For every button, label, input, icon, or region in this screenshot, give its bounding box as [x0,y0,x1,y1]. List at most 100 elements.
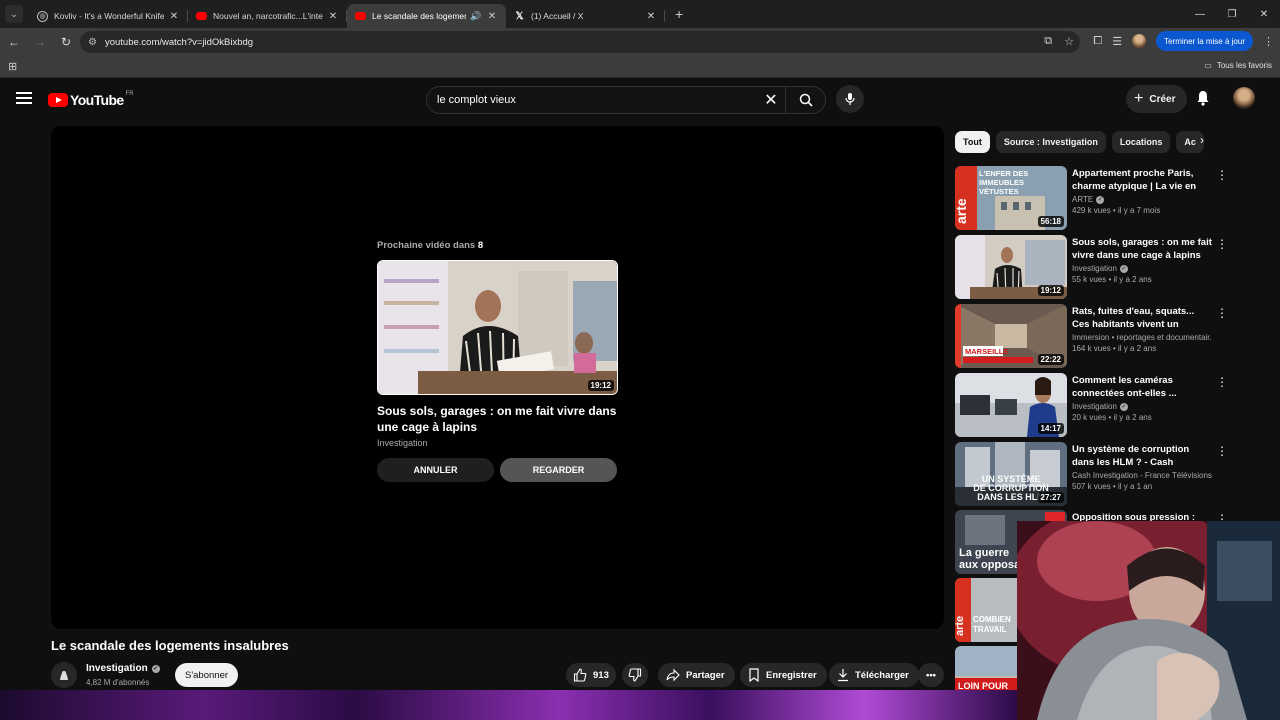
youtube-logo[interactable]: YouTube FR [48,91,134,108]
kebab-menu-icon[interactable]: ⋮ [1216,444,1228,458]
like-button[interactable]: 913 [566,663,616,687]
tab-4[interactable]: 𝕏 (1) Accueil / X ✕ [506,4,665,28]
reload-icon[interactable]: ↻ [54,35,78,49]
duration-badge: 27:27 [1037,492,1064,503]
extensions-icon[interactable]: ⧠ [1093,35,1102,48]
microphone-icon [845,93,855,105]
forward-icon[interactable]: → [28,35,52,49]
folder-icon: ▭ [1204,61,1212,70]
minimize-icon[interactable]: — [1184,9,1216,20]
kebab-menu-icon[interactable]: ⋮ [1216,306,1228,320]
download-label: Télécharger [855,669,909,681]
view-count: 164 k vues [1072,344,1111,353]
video-title[interactable]: Un système de corruption dans les HLM ? … [1072,443,1212,469]
tab-search-button[interactable]: ⌄ [5,5,23,23]
close-icon[interactable]: ✕ [327,11,339,22]
speaker-icon[interactable]: 🔊 [470,11,482,22]
reading-list-icon[interactable]: ☰ [1112,35,1122,48]
region-code: FR [125,91,134,97]
thumbnail-image: arte COMBIEN TRAVAIL [955,578,1017,642]
create-button[interactable]: + Créer [1126,85,1188,113]
dislike-button[interactable] [622,663,648,687]
svg-text:La guerre: La guerre [959,547,1009,559]
cancel-autoplay-button[interactable]: ANNULER [377,458,494,482]
tab-3[interactable]: Le scandale des logements 🔊 ✕ [347,4,506,28]
apps-grid-icon[interactable]: ⊞ [8,60,17,73]
close-icon[interactable]: ✕ [168,11,180,22]
back-icon[interactable]: ← [2,35,26,49]
channel-name: Immersion • reportages et documentair... [1072,333,1212,342]
recommendation-item[interactable]: arte L'ENFER DES IMMEUBLES VÉTUSTES 56:1… [955,166,1275,230]
more-horizontal-icon: ••• [926,669,936,681]
upload-age: il y a 1 an [1117,482,1153,491]
share-icon [666,668,680,682]
tab-1[interactable]: ◍ Kovliv - It's a Wonderful Knife ( ✕ [29,4,188,28]
watch-now-button[interactable]: REGARDER [500,458,617,482]
like-count: 913 [593,669,609,681]
video-title[interactable]: Rats, fuites d'eau, squats... Ces habita… [1072,305,1212,331]
youtube-masthead: YouTube FR le complot vieux ✕ + Créer [0,80,1280,120]
new-tab-icon[interactable]: + [675,6,683,22]
recommendation-item[interactable]: UN SYSTÈME DE CORRUPTION DANS LES HLM 27… [955,442,1275,506]
maximize-icon[interactable]: ❐ [1216,9,1248,20]
subscribe-button[interactable]: S'abonner [175,663,239,687]
thumbnail[interactable]: arte L'ENFER DES IMMEUBLES VÉTUSTES 56:1… [955,166,1067,230]
video-title[interactable]: Appartement proche Paris, charme atypiqu… [1072,167,1212,193]
thumbnail[interactable]: arte COMBIEN TRAVAIL [955,578,1017,642]
tab-2[interactable]: Nouvel an, narcotrafic...L'intervi ✕ [188,4,347,28]
youtube-icon [355,12,366,20]
recommendation-item[interactable]: 19:12 Sous sols, garages : on me fait vi… [955,235,1275,299]
recommendation-item[interactable]: MARSEILLE 22:22 Rats, fuites d'eau, squa… [955,304,1275,368]
tab-title: (1) Accueil / X [531,11,584,21]
chip-source[interactable]: Source : Investigation [995,131,1106,153]
url-field[interactable]: ⚙ youtube.com/watch?v=jidOkBixbdg ⧉ ☆ [80,31,1080,53]
voice-search-button[interactable] [836,85,864,113]
close-window-icon[interactable]: ✕ [1248,9,1280,20]
thumbnail[interactable]: 14:17 [955,373,1067,437]
thumbnail[interactable]: MARSEILLE 22:22 [955,304,1067,368]
more-actions-button[interactable]: ••• [918,663,944,687]
search-button[interactable] [785,87,825,113]
menu-hamburger-icon[interactable] [16,92,32,106]
site-info-icon[interactable]: ⚙ [88,37,97,48]
chip-locations[interactable]: Locations [1111,131,1171,153]
up-next-title[interactable]: Sous sols, garages : on me fait vivre da… [377,403,618,435]
recommendation-item[interactable]: arte COMBIEN TRAVAIL [955,578,1017,642]
channel-avatar[interactable] [51,662,77,688]
all-bookmarks-label: Tous les favoris [1216,61,1272,70]
duration-badge: 19:12 [587,380,614,391]
clear-search-icon[interactable]: ✕ [757,90,785,110]
bookmark-star-icon[interactable]: ☆ [1064,35,1074,48]
kebab-menu-icon[interactable]: ⋮ [1216,168,1228,182]
install-icon[interactable]: ⧉ [1044,35,1052,48]
recommendation-item[interactable]: 14:17 Comment les caméras connectées ont… [955,373,1275,437]
svg-text:VÉTUSTES: VÉTUSTES [979,187,1019,196]
download-button[interactable]: Télécharger [829,663,919,687]
account-avatar[interactable] [1233,87,1255,109]
kebab-menu-icon[interactable]: ⋮ [1263,35,1274,48]
chevron-right-icon[interactable]: › [1200,133,1204,147]
thumbnail[interactable]: UN SYSTÈME DE CORRUPTION DANS LES HLM 27… [955,442,1067,506]
channel-name[interactable]: Investigation ✓ [86,663,160,674]
video-title[interactable]: Comment les caméras connectées ont-elles… [1072,374,1212,400]
close-icon[interactable]: ✕ [645,11,657,22]
share-button[interactable]: Partager [658,663,735,687]
close-icon[interactable]: ✕ [486,11,498,22]
search-box[interactable]: le complot vieux ✕ [426,86,826,114]
thumbnail[interactable]: 19:12 [955,235,1067,299]
x-icon: 𝕏 [515,10,524,22]
channel-name: Investigation [1072,402,1117,411]
save-button[interactable]: Enregistrer [740,663,827,687]
up-next-label: Prochaine vidéo dans 8 [377,240,484,251]
up-next-thumbnail[interactable]: 19:12 [377,260,618,395]
search-input[interactable]: le complot vieux [437,94,757,106]
notifications-button[interactable] [1196,90,1210,111]
profile-avatar[interactable] [1132,34,1147,48]
chip-all[interactable]: Tout [955,131,990,153]
update-button[interactable]: Terminer la mise à jour [1156,31,1253,51]
video-title[interactable]: Sous sols, garages : on me fait vivre da… [1072,236,1212,262]
channel-name: ARTE [1072,195,1094,204]
all-bookmarks-folder[interactable]: ▭ Tous les favoris [1204,61,1272,70]
kebab-menu-icon[interactable]: ⋮ [1216,237,1228,251]
kebab-menu-icon[interactable]: ⋮ [1216,375,1228,389]
